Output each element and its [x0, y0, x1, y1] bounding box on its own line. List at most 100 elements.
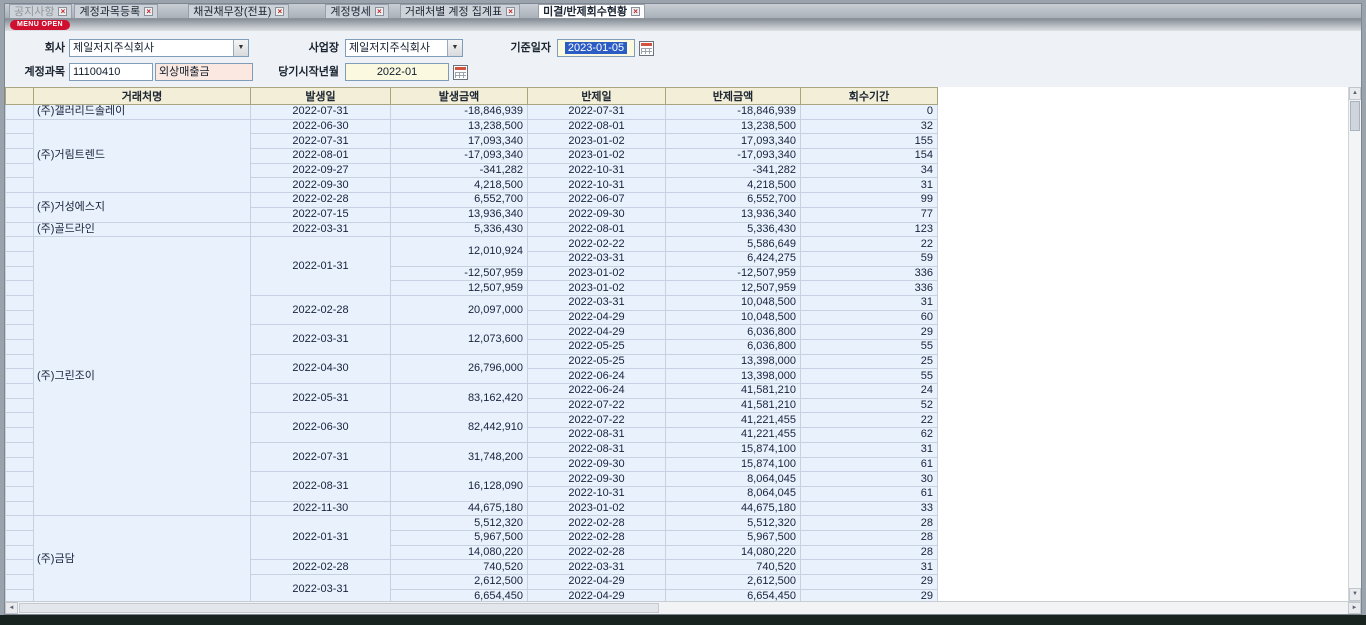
occur-amount-cell[interactable]: 12,507,959: [391, 281, 528, 296]
tab-close-icon[interactable]: ×: [275, 7, 284, 16]
row-header-cell[interactable]: [6, 149, 34, 164]
collection-days-cell[interactable]: 52: [801, 398, 938, 413]
settle-date-cell[interactable]: 2022-04-29: [528, 325, 666, 340]
horizontal-scrollbar[interactable]: ◄ ►: [5, 601, 1361, 614]
occur-amount-cell[interactable]: 17,093,340: [391, 134, 528, 149]
occur-amount-cell[interactable]: 4,218,500: [391, 178, 528, 193]
customer-cell[interactable]: (주)그린조이: [34, 237, 251, 516]
occur-amount-cell[interactable]: 12,073,600: [391, 325, 528, 354]
row-header-cell[interactable]: [6, 413, 34, 428]
occur-date-cell[interactable]: 2022-01-31: [251, 237, 391, 296]
settle-amount-cell[interactable]: -12,507,959: [666, 266, 801, 281]
settle-amount-cell[interactable]: 5,586,649: [666, 237, 801, 252]
row-header-cell[interactable]: [6, 516, 34, 531]
occur-amount-cell[interactable]: 6,654,450: [391, 589, 528, 601]
occur-amount-cell[interactable]: -17,093,340: [391, 149, 528, 164]
settle-amount-cell[interactable]: 2,612,500: [666, 575, 801, 590]
tab-close-icon[interactable]: ×: [506, 7, 515, 16]
period-start-input[interactable]: 2022-01: [345, 63, 449, 81]
settle-date-cell[interactable]: 2022-04-29: [528, 589, 666, 601]
occur-date-cell[interactable]: 2022-07-15: [251, 207, 391, 222]
settle-date-cell[interactable]: 2022-09-30: [528, 472, 666, 487]
occur-date-cell[interactable]: 2022-01-31: [251, 516, 391, 560]
settle-date-cell[interactable]: 2023-01-02: [528, 149, 666, 164]
collection-days-cell[interactable]: 29: [801, 589, 938, 601]
settle-date-cell[interactable]: 2023-01-02: [528, 134, 666, 149]
settle-date-cell[interactable]: 2023-01-02: [528, 501, 666, 516]
settle-date-cell[interactable]: 2022-08-01: [528, 119, 666, 134]
collection-days-cell[interactable]: 62: [801, 428, 938, 443]
settle-date-cell[interactable]: 2022-02-22: [528, 237, 666, 252]
settle-date-cell[interactable]: 2022-04-29: [528, 310, 666, 325]
collection-days-cell[interactable]: 31: [801, 442, 938, 457]
settle-date-cell[interactable]: 2022-06-07: [528, 193, 666, 208]
settle-date-cell[interactable]: 2023-01-02: [528, 266, 666, 281]
collection-days-cell[interactable]: 155: [801, 134, 938, 149]
occur-date-cell[interactable]: 2022-03-31: [251, 222, 391, 237]
row-header-cell[interactable]: [6, 178, 34, 193]
collection-days-cell[interactable]: 59: [801, 251, 938, 266]
settle-amount-cell[interactable]: 41,581,210: [666, 384, 801, 399]
calendar-icon[interactable]: [453, 65, 468, 80]
occur-amount-cell[interactable]: 740,520: [391, 560, 528, 575]
occur-date-cell[interactable]: 2022-09-27: [251, 163, 391, 178]
row-header-cell[interactable]: [6, 369, 34, 384]
row-header-cell[interactable]: [6, 384, 34, 399]
row-header-cell[interactable]: [6, 530, 34, 545]
settle-amount-cell[interactable]: 14,080,220: [666, 545, 801, 560]
occur-amount-cell[interactable]: 6,552,700: [391, 193, 528, 208]
row-header-cell[interactable]: [6, 222, 34, 237]
settle-date-cell[interactable]: 2022-05-25: [528, 354, 666, 369]
collection-days-cell[interactable]: 77: [801, 207, 938, 222]
row-header-cell[interactable]: [6, 105, 34, 120]
row-header-cell[interactable]: [6, 281, 34, 296]
occur-amount-cell[interactable]: 16,128,090: [391, 472, 528, 501]
tab-close-icon[interactable]: ×: [144, 7, 153, 16]
collection-days-cell[interactable]: 22: [801, 413, 938, 428]
settle-date-cell[interactable]: 2023-01-02: [528, 281, 666, 296]
occur-date-cell[interactable]: 2022-08-01: [251, 149, 391, 164]
occur-amount-cell[interactable]: 83,162,420: [391, 384, 528, 413]
vertical-scrollbar-thumb[interactable]: [1350, 101, 1360, 131]
row-header-cell[interactable]: [6, 501, 34, 516]
row-header-cell[interactable]: [6, 251, 34, 266]
settle-amount-cell[interactable]: 4,218,500: [666, 178, 801, 193]
occur-amount-cell[interactable]: -18,846,939: [391, 105, 528, 120]
occur-amount-cell[interactable]: 44,675,180: [391, 501, 528, 516]
customer-cell[interactable]: (주)거림트렌드: [34, 119, 251, 192]
occur-date-cell[interactable]: 2022-06-30: [251, 413, 391, 442]
collection-days-cell[interactable]: 336: [801, 281, 938, 296]
collection-days-cell[interactable]: 55: [801, 369, 938, 384]
tab-close-icon[interactable]: ×: [631, 7, 640, 16]
row-header-cell[interactable]: [6, 119, 34, 134]
settle-date-cell[interactable]: 2022-04-29: [528, 575, 666, 590]
row-header-cell[interactable]: [6, 193, 34, 208]
collection-days-cell[interactable]: 61: [801, 486, 938, 501]
settle-amount-cell[interactable]: 740,520: [666, 560, 801, 575]
collection-days-cell[interactable]: 154: [801, 149, 938, 164]
settle-amount-cell[interactable]: -18,846,939: [666, 105, 801, 120]
settle-amount-cell[interactable]: 17,093,340: [666, 134, 801, 149]
bizplace-select[interactable]: 제일저지주식회사 ▼: [345, 39, 463, 57]
tab-4[interactable]: 계정명세×: [325, 4, 388, 18]
occur-amount-cell[interactable]: 12,010,924: [391, 237, 528, 266]
calendar-icon[interactable]: [639, 41, 654, 56]
chevron-down-icon[interactable]: ▼: [233, 40, 248, 56]
settle-date-cell[interactable]: 2022-08-31: [528, 428, 666, 443]
row-header-cell[interactable]: [6, 354, 34, 369]
occur-date-cell[interactable]: 2022-02-28: [251, 295, 391, 324]
settle-date-cell[interactable]: 2022-10-31: [528, 178, 666, 193]
row-header-cell[interactable]: [6, 545, 34, 560]
settle-amount-cell[interactable]: 6,036,800: [666, 325, 801, 340]
row-header-cell[interactable]: [6, 575, 34, 590]
settle-date-cell[interactable]: 2022-05-25: [528, 340, 666, 355]
occur-date-cell[interactable]: 2022-06-30: [251, 119, 391, 134]
settle-amount-cell[interactable]: 12,507,959: [666, 281, 801, 296]
occur-date-cell[interactable]: 2022-02-28: [251, 560, 391, 575]
tab-6[interactable]: 미결/반제회수현황×: [538, 4, 645, 18]
settle-amount-cell[interactable]: 6,424,275: [666, 251, 801, 266]
settle-amount-cell[interactable]: 10,048,500: [666, 295, 801, 310]
row-header-cell[interactable]: [6, 398, 34, 413]
settle-amount-cell[interactable]: 13,398,000: [666, 369, 801, 384]
settle-date-cell[interactable]: 2022-09-30: [528, 457, 666, 472]
